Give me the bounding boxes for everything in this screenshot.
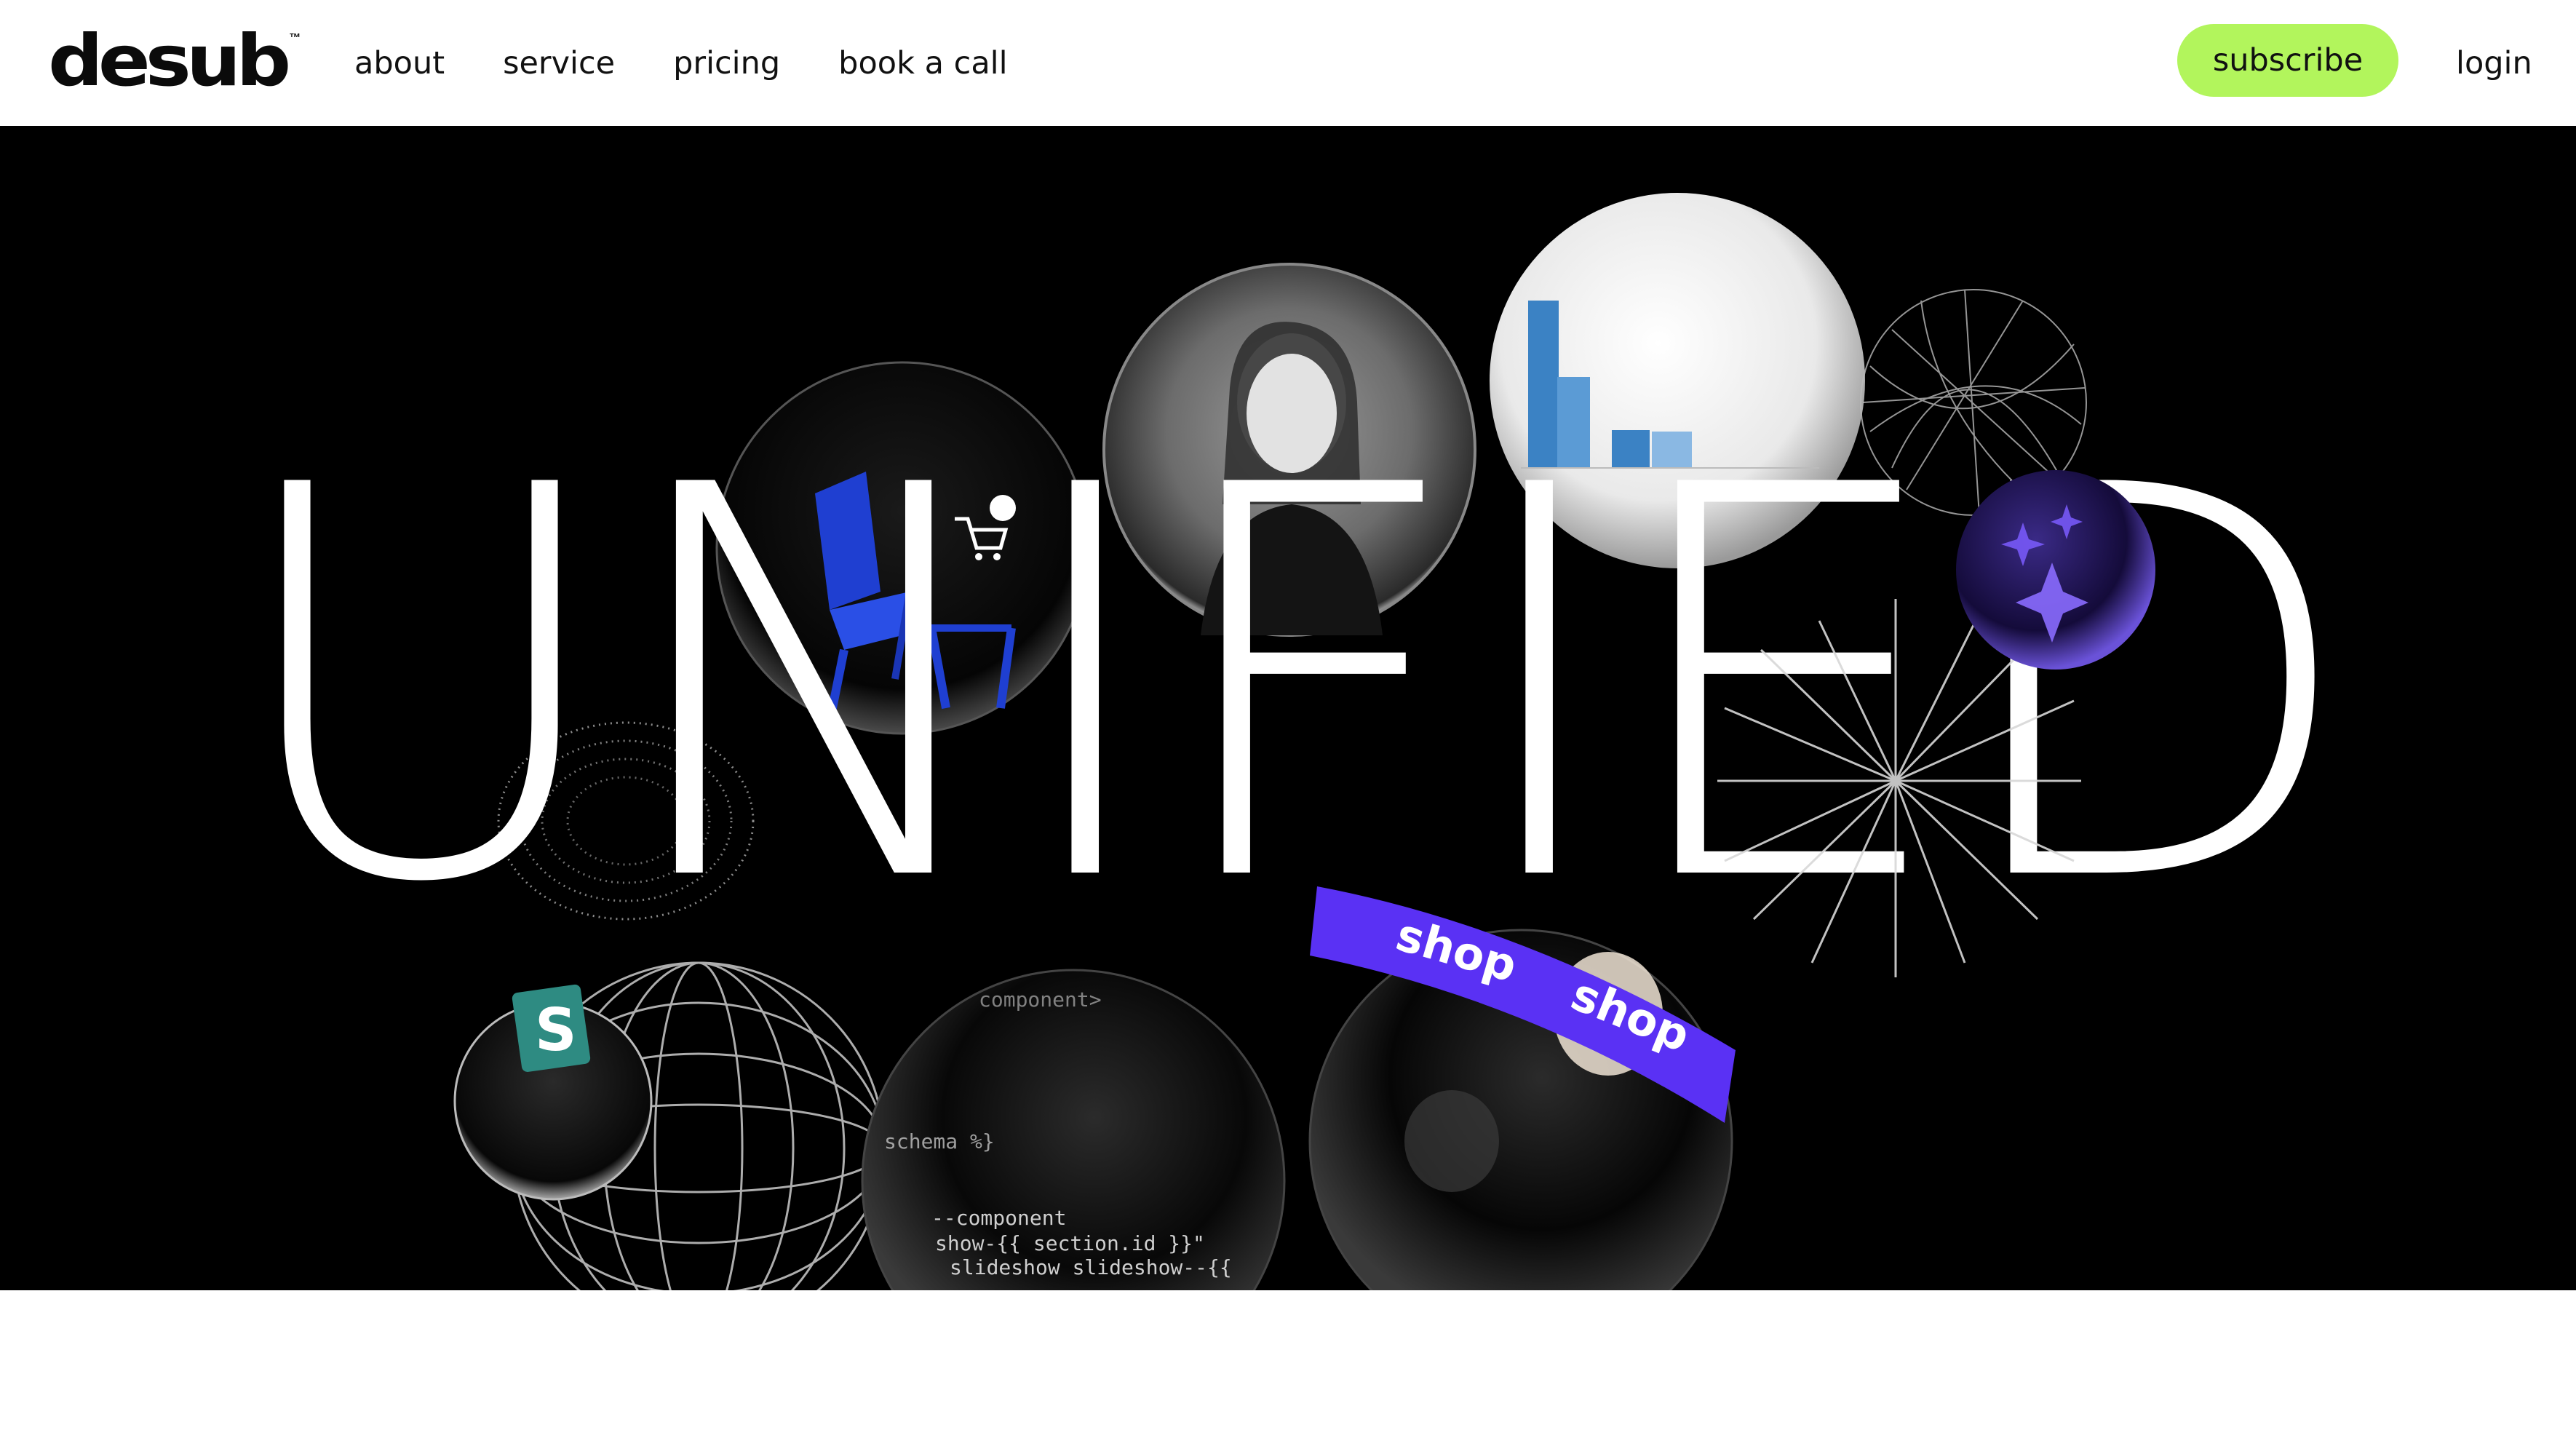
- login-link[interactable]: login: [2456, 0, 2532, 126]
- subscribe-button[interactable]: subscribe: [2177, 24, 2398, 97]
- code-line-5: slideshow slideshow--{{: [950, 1255, 1232, 1279]
- top-nav: desub ™ about service pricing book a cal…: [0, 0, 2576, 126]
- page-content-area: [0, 1290, 2576, 1430]
- code-line-2: schema %}: [884, 1129, 995, 1153]
- trademark-symbol: ™: [289, 32, 301, 44]
- hero-section: UNIFIED shop shop S component> schema %}…: [0, 126, 2576, 1290]
- code-line-1: component>: [979, 988, 1102, 1012]
- sparkle-sphere: [1956, 470, 2155, 670]
- shop-pay-sphere: shop shop: [1308, 886, 1736, 1290]
- nav-links: about service pricing book a call: [354, 0, 1066, 126]
- nav-link-book-a-call[interactable]: book a call: [838, 45, 1007, 82]
- shopify-badge-sphere: S: [453, 984, 653, 1201]
- code-line-3: --component: [931, 1206, 1066, 1230]
- shopify-bag-icon: S: [535, 996, 577, 1064]
- nav-link-service[interactable]: service: [503, 45, 615, 82]
- nav-link-about[interactable]: about: [354, 45, 445, 82]
- nav-link-pricing[interactable]: pricing: [673, 45, 780, 82]
- brand-logo[interactable]: desub ™: [48, 25, 301, 98]
- logo-wordmark: desub: [48, 19, 291, 103]
- code-line-4: show-{{ section.id }}": [935, 1231, 1205, 1255]
- hero-foreground-graphics: shop shop S component> schema %} --compo…: [453, 470, 2155, 1290]
- code-snippet: component> schema %} --component show-{{…: [884, 988, 1232, 1279]
